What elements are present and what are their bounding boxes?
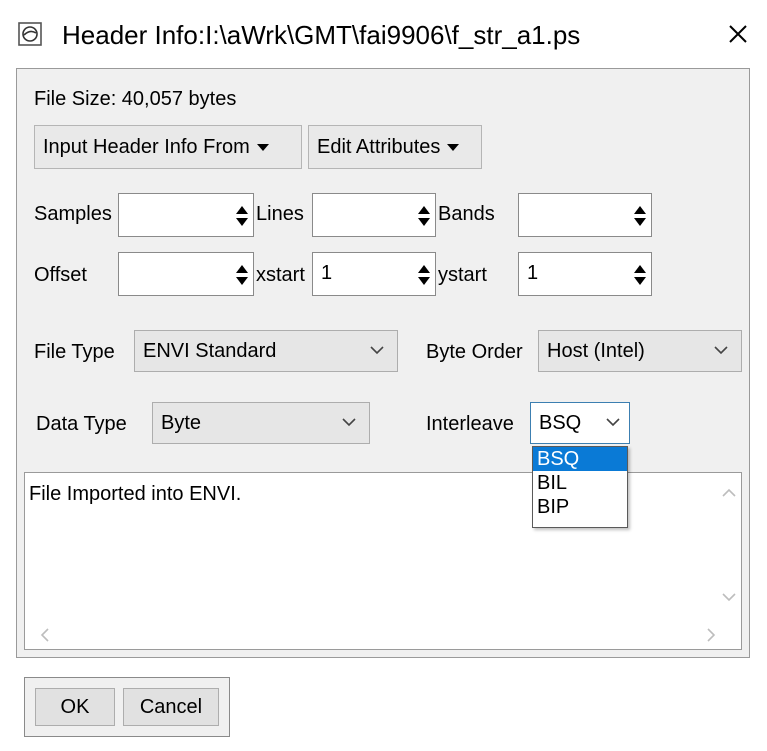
interleave-select[interactable]: BSQ (530, 402, 630, 444)
chevron-down-icon (714, 346, 728, 355)
cancel-button[interactable]: Cancel (123, 688, 219, 726)
scroll-left-icon[interactable] (39, 627, 51, 643)
spinner-arrows-icon[interactable] (235, 205, 249, 227)
input-header-info-menu[interactable]: Input Header Info From (34, 125, 302, 169)
cancel-label: Cancel (139, 695, 203, 718)
file-size-label: File Size: 40,057 bytes (34, 88, 237, 110)
dialog-button-group: OK Cancel (24, 677, 230, 737)
ystart-spinner[interactable]: 1 (518, 252, 652, 296)
interleave-dropdown-list: BSQ BIL BIP (532, 446, 628, 528)
data-type-select[interactable]: Byte (152, 402, 370, 444)
samples-label: Samples (34, 203, 112, 225)
interleave-option-bil[interactable]: BIL (533, 471, 627, 495)
spinner-arrows-icon[interactable] (417, 264, 431, 286)
bands-spinner[interactable] (518, 193, 652, 237)
interleave-option-bip[interactable]: BIP (533, 495, 627, 519)
interleave-option-bsq[interactable]: BSQ (533, 447, 627, 471)
interleave-label: Interleave (426, 413, 514, 435)
offset-label: Offset (34, 264, 87, 286)
file-type-value: ENVI Standard (143, 340, 277, 362)
xstart-value: 1 (321, 262, 333, 284)
window-title: Header Info:I:\aWrk\GMT\fai9906\f_str_a1… (62, 20, 581, 50)
edit-attributes-label: Edit Attributes (317, 135, 441, 158)
close-icon[interactable] (722, 18, 754, 50)
input-header-info-label: Input Header Info From (43, 135, 250, 158)
ystart-label: ystart (438, 264, 487, 286)
spinner-arrows-icon[interactable] (235, 264, 249, 286)
interleave-value: BSQ (539, 412, 582, 434)
description-textarea[interactable]: File Imported into ENVI. (24, 472, 742, 650)
envi-app-icon (18, 22, 42, 46)
spinner-arrows-icon[interactable] (633, 264, 647, 286)
lines-spinner[interactable] (312, 193, 436, 237)
bands-label: Bands (438, 203, 495, 225)
ok-label: OK (60, 695, 90, 718)
ystart-value: 1 (527, 262, 539, 284)
scroll-down-icon[interactable] (721, 591, 737, 603)
byte-order-label: Byte Order (426, 341, 523, 363)
ok-button[interactable]: OK (35, 688, 115, 726)
caret-down-icon (256, 143, 269, 151)
description-text: File Imported into ENVI. (29, 483, 242, 505)
edit-attributes-menu[interactable]: Edit Attributes (308, 125, 482, 169)
spinner-arrows-icon[interactable] (633, 205, 647, 227)
file-type-select[interactable]: ENVI Standard (134, 330, 398, 372)
file-type-label: File Type (34, 341, 115, 363)
scroll-right-icon[interactable] (705, 627, 717, 643)
data-type-label: Data Type (36, 413, 127, 435)
spinner-arrows-icon[interactable] (417, 205, 431, 227)
caret-down-icon (447, 143, 460, 151)
samples-spinner[interactable] (118, 193, 254, 237)
chevron-down-icon (370, 346, 384, 355)
data-type-value: Byte (161, 412, 202, 434)
scroll-up-icon[interactable] (721, 487, 737, 499)
lines-label: Lines (256, 203, 304, 225)
offset-spinner[interactable] (118, 252, 254, 296)
title-bar[interactable]: Header Info:I:\aWrk\GMT\fai9906\f_str_a1… (0, 0, 767, 68)
xstart-label: xstart (256, 264, 305, 286)
xstart-spinner[interactable]: 1 (312, 252, 436, 296)
header-info-dialog: Header Info:I:\aWrk\GMT\fai9906\f_str_a1… (0, 0, 767, 751)
byte-order-select[interactable]: Host (Intel) (538, 330, 742, 372)
chevron-down-icon (342, 418, 356, 427)
chevron-down-icon (606, 418, 620, 427)
byte-order-value: Host (Intel) (547, 340, 645, 362)
